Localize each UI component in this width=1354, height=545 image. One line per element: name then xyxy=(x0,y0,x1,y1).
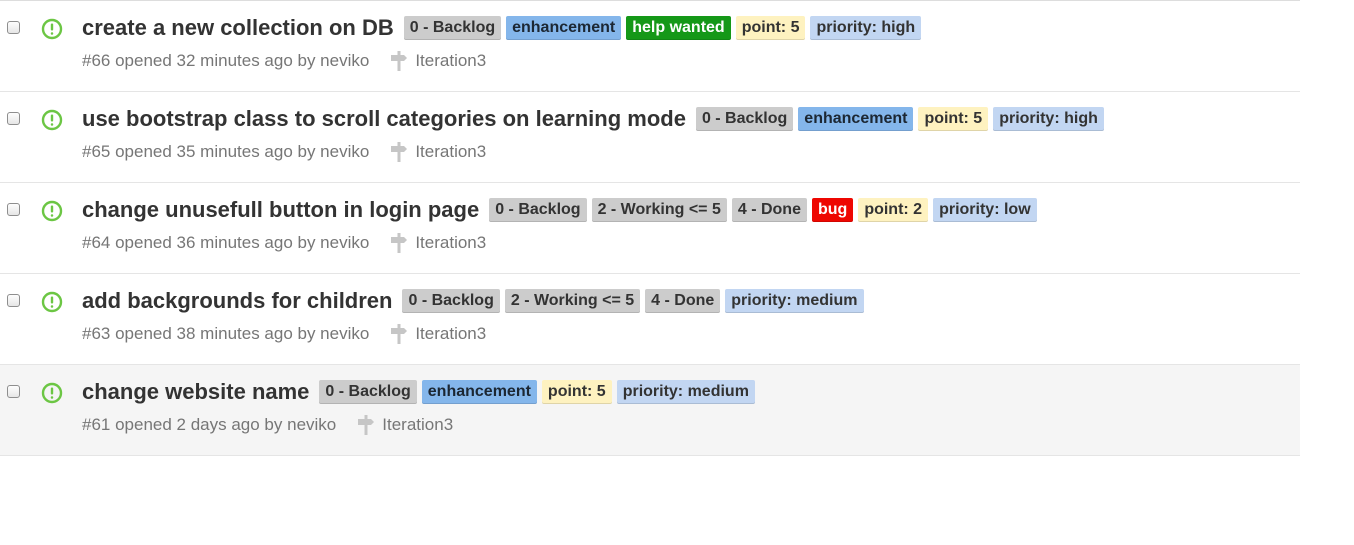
issue-label[interactable]: bug xyxy=(811,198,854,222)
issue-label[interactable]: point: 5 xyxy=(735,16,806,40)
issue-opened-info: #63 opened 38 minutes ago by neviko xyxy=(82,324,370,343)
issue-label[interactable]: priority: high xyxy=(810,16,922,40)
issue-label[interactable]: 4 - Done xyxy=(731,198,807,222)
issue-select-checkbox[interactable] xyxy=(7,385,20,398)
issue-select-checkbox[interactable] xyxy=(7,112,20,125)
issue-title-link[interactable]: add backgrounds for children xyxy=(82,288,392,314)
milestone-link[interactable]: Iteration3 xyxy=(389,50,486,72)
issue-row[interactable]: change website name 0 - Backlog enhancemen… xyxy=(0,365,1300,456)
issue-label[interactable]: enhancement xyxy=(798,107,914,131)
issue-label[interactable]: priority: high xyxy=(993,107,1104,131)
open-issue-icon xyxy=(41,200,63,222)
issue-select-checkbox[interactable] xyxy=(7,294,20,307)
milestone-link[interactable]: Iteration3 xyxy=(389,232,486,254)
milestone-label: Iteration3 xyxy=(415,324,487,343)
issue-label[interactable]: 0 - Backlog xyxy=(402,289,500,313)
issue-title-link[interactable]: change website name xyxy=(82,379,309,405)
issue-title-line: use bootstrap class to scroll categories… xyxy=(82,106,1109,132)
milestone-icon xyxy=(389,141,409,163)
milestone-icon xyxy=(389,323,409,345)
issue-row[interactable]: add backgrounds for children 0 - Backlog 2… xyxy=(0,274,1300,365)
issue-label[interactable]: 0 - Backlog xyxy=(695,107,794,131)
issue-label[interactable]: help wanted xyxy=(626,16,731,40)
issue-meta: #63 opened 38 minutes ago by neviko Itera… xyxy=(82,323,486,345)
issue-select-checkbox[interactable] xyxy=(7,21,20,34)
issue-opened-info: #64 opened 36 minutes ago by neviko xyxy=(82,233,370,252)
issue-title-line: change website name 0 - Backlog enhancemen… xyxy=(82,379,760,405)
issue-title-link[interactable]: use bootstrap class to scroll categories… xyxy=(82,106,686,132)
issue-label[interactable]: 0 - Backlog xyxy=(489,198,587,222)
issue-select-checkbox[interactable] xyxy=(7,203,20,216)
milestone-label: Iteration3 xyxy=(415,142,487,161)
issue-opened-info: #65 opened 35 minutes ago by neviko xyxy=(82,142,370,161)
issue-label[interactable]: priority: medium xyxy=(616,380,755,404)
issue-title-line: change unusefull button in login page 0 -… xyxy=(82,197,1042,223)
issue-title-link[interactable]: change unusefull button in login page xyxy=(82,197,479,223)
issue-label[interactable]: priority: medium xyxy=(725,289,864,313)
milestone-link[interactable]: Iteration3 xyxy=(389,141,486,163)
issue-row[interactable]: use bootstrap class to scroll categories… xyxy=(0,92,1300,183)
milestone-icon xyxy=(356,414,376,436)
issue-meta: #66 opened 32 minutes ago by neviko Itera… xyxy=(82,50,486,72)
issue-title-line: create a new collection on DB 0 - Backlog… xyxy=(82,15,926,41)
issue-title-line: add backgrounds for children 0 - Backlog 2… xyxy=(82,288,869,314)
open-issue-icon xyxy=(41,291,63,313)
issue-title-link[interactable]: create a new collection on DB xyxy=(82,15,394,41)
open-issue-icon xyxy=(41,109,63,131)
milestone-label: Iteration3 xyxy=(415,51,487,70)
issue-row[interactable]: change unusefull button in login page 0 -… xyxy=(0,183,1300,274)
issue-label[interactable]: point: 5 xyxy=(918,107,989,131)
issue-label[interactable]: 0 - Backlog xyxy=(319,380,417,404)
milestone-icon xyxy=(389,232,409,254)
issue-row[interactable]: create a new collection on DB 0 - Backlog… xyxy=(0,1,1300,92)
issue-label[interactable]: enhancement xyxy=(421,380,537,404)
issue-label[interactable]: enhancement xyxy=(506,16,622,40)
milestone-link[interactable]: Iteration3 xyxy=(389,323,486,345)
issue-opened-info: #66 opened 32 minutes ago by neviko xyxy=(82,51,370,70)
issue-meta: #61 opened 2 days ago by neviko Iteration… xyxy=(82,414,453,436)
open-issue-icon xyxy=(41,18,63,40)
milestone-label: Iteration3 xyxy=(415,233,487,252)
issue-label[interactable]: 2 - Working <= 5 xyxy=(591,198,727,222)
milestone-label: Iteration3 xyxy=(382,415,454,434)
issue-label[interactable]: priority: low xyxy=(933,198,1037,222)
open-issue-icon xyxy=(41,382,63,404)
issue-label[interactable]: point: 5 xyxy=(541,380,612,404)
issue-label[interactable]: 0 - Backlog xyxy=(403,16,502,40)
milestone-link[interactable]: Iteration3 xyxy=(356,414,453,436)
issue-opened-info: #61 opened 2 days ago by neviko xyxy=(82,415,337,434)
issue-list: create a new collection on DB 0 - Backlog… xyxy=(0,0,1300,456)
milestone-icon xyxy=(389,50,409,72)
issue-label[interactable]: point: 2 xyxy=(858,198,929,222)
issue-meta: #64 opened 36 minutes ago by neviko Itera… xyxy=(82,232,486,254)
issue-meta: #65 opened 35 minutes ago by neviko Itera… xyxy=(82,141,486,163)
issue-label[interactable]: 2 - Working <= 5 xyxy=(504,289,641,313)
issue-label[interactable]: 4 - Done xyxy=(645,289,721,313)
